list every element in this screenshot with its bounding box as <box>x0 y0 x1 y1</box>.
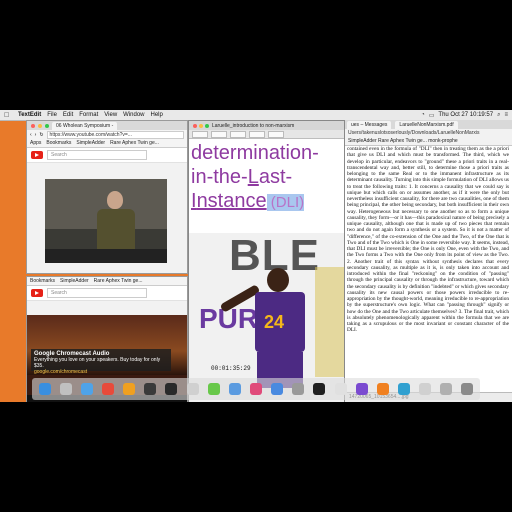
bookmark-bookmarks[interactable]: Bookmarks <box>46 140 71 146</box>
menu-help[interactable]: Help <box>151 112 163 118</box>
pdf-bookmarks[interactable]: SimpleAdder Rare Aphex Twin ge... monk-p… <box>345 137 512 146</box>
bookmark-simpleadder[interactable]: SimpleAdder <box>76 140 105 146</box>
pdf-window: ues – Messages LaruelleNonMarxism.pdf Us… <box>344 120 512 402</box>
facetime-icon[interactable] <box>207 383 220 395</box>
system-preferences-icon[interactable] <box>292 383 305 395</box>
menu-format[interactable]: Format <box>79 112 98 118</box>
apple-icon[interactable]:  <box>4 112 12 119</box>
app-five-icon[interactable] <box>144 383 157 395</box>
timecode: 00:01:35:29 <box>211 365 251 372</box>
browser-window-top: 06 Wholean Symposium - ‹ › ↻ https://www… <box>26 120 188 274</box>
trash-icon[interactable] <box>461 383 474 395</box>
photoshop-icon[interactable] <box>397 383 410 395</box>
itunes-icon[interactable] <box>249 383 262 395</box>
safari-icon[interactable] <box>80 383 93 395</box>
bookmark-aphex[interactable]: Rare Aphex Twin ge... <box>94 278 143 284</box>
font-size-select[interactable] <box>230 130 246 138</box>
ad-url[interactable]: google.com/chromecast <box>34 369 168 375</box>
menu-app-name[interactable]: TextEdit <box>18 112 41 118</box>
pdf-path[interactable]: Users/takenuslotsoserlously/Downloads/La… <box>345 129 512 137</box>
youtube-header-bottom: Search <box>27 286 187 301</box>
menu-file[interactable]: File <box>47 112 57 118</box>
reload-icon[interactable]: ↻ <box>39 132 43 138</box>
preview-titlebar: Laruelle_introduction to non-marxism <box>189 121 345 130</box>
close-window-icon[interactable] <box>193 123 197 128</box>
embedded-photo[interactable]: BLE PURP 24 <box>189 233 345 402</box>
finder-icon[interactable] <box>38 383 51 395</box>
heading-dli: (DLI) <box>266 194 305 211</box>
app-seven-icon[interactable] <box>165 383 178 395</box>
browser-tab[interactable]: 06 Wholean Symposium - <box>52 121 118 130</box>
menu-view[interactable]: View <box>104 112 117 118</box>
heading-line2-l: L <box>247 166 259 188</box>
photo-accent <box>315 267 345 377</box>
bookmark-simpleadder[interactable]: SimpleAdder <box>60 278 89 284</box>
preview-window: Laruelle_introduction to non-marxism det… <box>188 120 346 402</box>
heading-line2-pre: in-the- <box>191 166 248 188</box>
app-store-icon[interactable] <box>271 383 284 395</box>
preview-title: Laruelle_introduction to non-marxism <box>212 122 295 129</box>
zoom-window-icon[interactable] <box>205 123 209 128</box>
back-icon[interactable]: ‹ <box>30 132 32 138</box>
chrome-icon[interactable] <box>101 383 114 395</box>
zoom-window-icon[interactable] <box>45 123 49 128</box>
launchpad-icon[interactable] <box>59 383 72 395</box>
terminal-icon[interactable] <box>313 383 326 395</box>
menubar-clock[interactable]: Thu Oct 27 10:19:57 <box>438 112 493 118</box>
youtube-search-input[interactable]: Search <box>47 150 147 160</box>
bookmarks-bar-bottom: Bookmarks SimpleAdder Rare Aphex Twin ge… <box>27 277 187 286</box>
video-ad-overlay[interactable]: Google Chromecast Audio Everything you l… <box>31 349 171 375</box>
alignment-buttons[interactable] <box>268 130 284 138</box>
desktop:  TextEdit File Edit Format View Window … <box>0 110 512 402</box>
heading-line1: determination- <box>191 142 319 164</box>
calendar-icon[interactable] <box>186 383 199 395</box>
preview-icon[interactable] <box>419 383 432 395</box>
preview-toolbar <box>189 130 345 139</box>
youtube-logo-icon[interactable] <box>31 151 43 159</box>
menu-window[interactable]: Window <box>123 112 144 118</box>
menu-list-icon[interactable]: ≡ <box>504 112 508 118</box>
bookmark-apps[interactable]: Apps <box>30 140 41 146</box>
close-window-icon[interactable] <box>31 123 35 128</box>
firefox-icon[interactable] <box>123 383 136 395</box>
heading-line2-post: ast- <box>258 166 293 188</box>
font-family-select[interactable] <box>192 130 208 138</box>
forward-icon[interactable]: › <box>35 132 37 138</box>
text-color-button[interactable] <box>249 130 265 138</box>
bookmarks-bar: Apps Bookmarks SimpleAdder Rare Aphex Tw… <box>27 139 187 148</box>
premiere-icon[interactable] <box>355 383 368 395</box>
minimize-window-icon[interactable] <box>38 123 42 128</box>
url-field[interactable]: https://www.youtube.com/watch?v=... <box>46 130 184 139</box>
heading-line3-post: nstance <box>196 190 267 212</box>
search-icon[interactable]: ⌕ <box>497 112 500 119</box>
font-style-select[interactable] <box>211 130 227 138</box>
ad-text: Everything you love on your speakers. Bu… <box>34 357 161 369</box>
youtube-header: Search <box>27 148 187 163</box>
video-player-lecture[interactable] <box>45 179 167 263</box>
jersey-number: 24 <box>264 312 285 332</box>
video-desk <box>45 249 167 263</box>
wifi-icon[interactable]: ◔ <box>421 112 425 118</box>
downloads-stack-icon[interactable] <box>440 383 453 395</box>
vlc-icon[interactable] <box>376 383 389 395</box>
bookmark-aphex[interactable]: Rare Aphex Twin ge... <box>110 140 159 146</box>
textedit-icon[interactable] <box>334 383 347 395</box>
messages-icon[interactable] <box>228 383 241 395</box>
pdf-body-text: contained even in the formula of "DLI" t… <box>347 146 510 334</box>
tab-pdf[interactable]: LaruelleNonMarxism.pdf <box>395 120 458 129</box>
youtube-logo-icon[interactable] <box>31 289 43 297</box>
youtube-search-input[interactable]: Search <box>47 288 147 298</box>
document-heading[interactable]: determination-in-the-Last- Instance (DLI) <box>189 139 345 215</box>
menu-edit[interactable]: Edit <box>63 112 73 118</box>
minimize-window-icon[interactable] <box>199 123 203 128</box>
tab-strip: 06 Wholean Symposium - <box>27 121 187 130</box>
battery-icon[interactable]: ▭ <box>429 112 435 119</box>
address-bar-row: ‹ › ↻ https://www.youtube.com/watch?v=..… <box>27 130 187 139</box>
dock <box>32 378 480 400</box>
bookmark-bookmarks[interactable]: Bookmarks <box>30 278 55 284</box>
tab-messages[interactable]: ues – Messages <box>347 120 392 129</box>
pdf-tabbar: ues – Messages LaruelleNonMarxism.pdf <box>345 120 512 129</box>
